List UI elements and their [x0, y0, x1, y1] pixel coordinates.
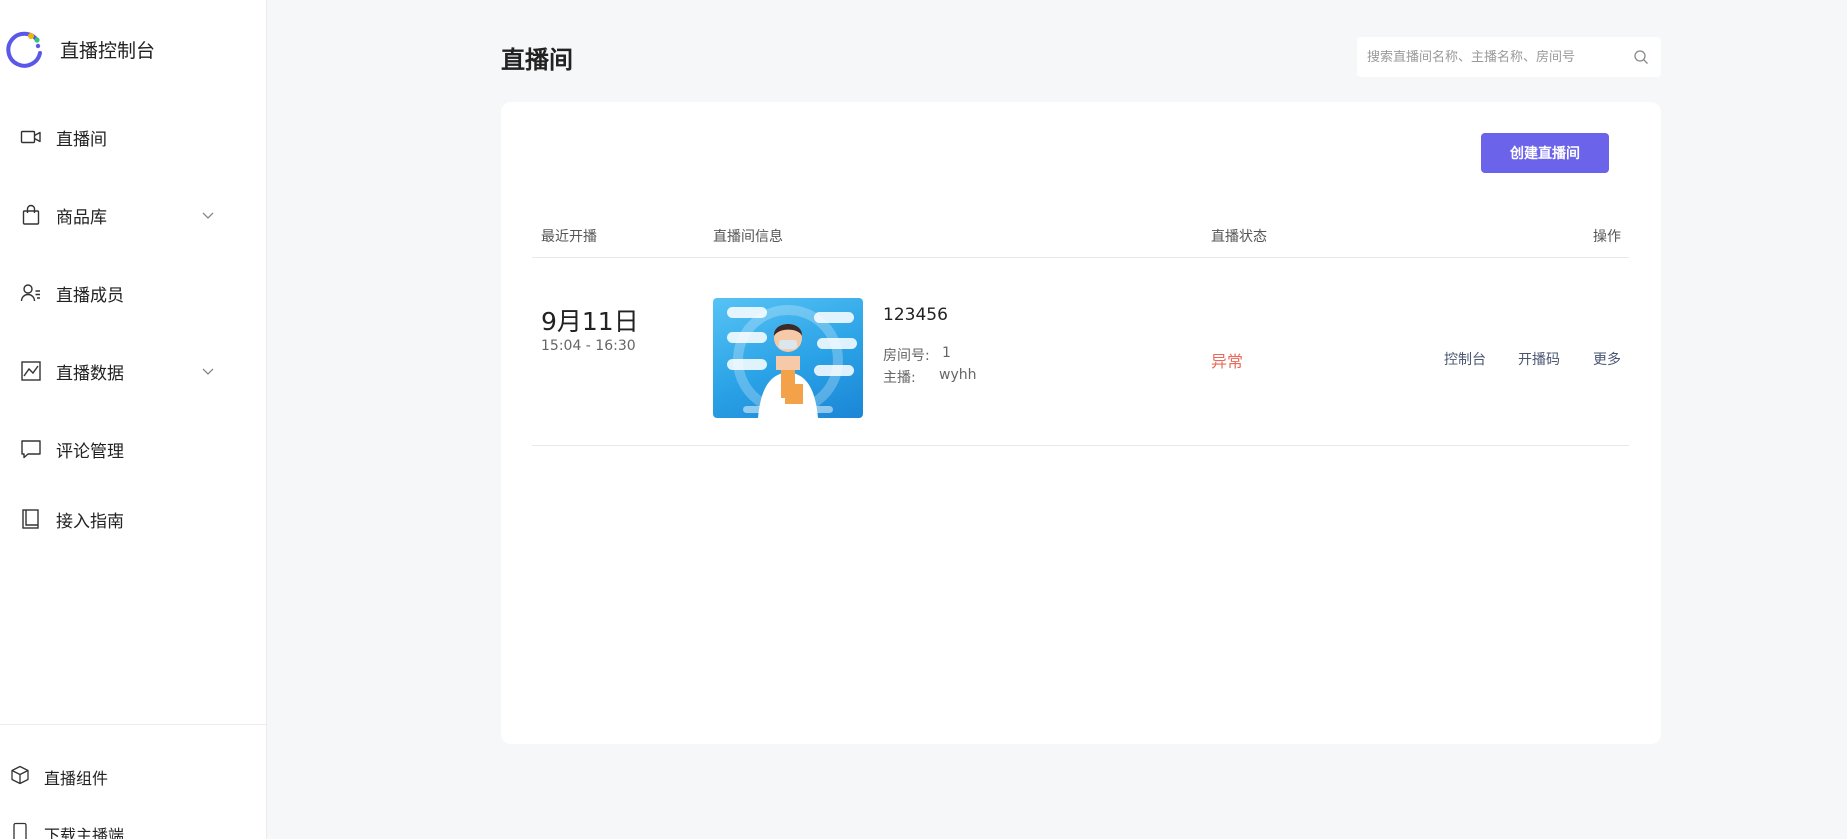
status-badge: 异常 — [1211, 352, 1244, 371]
room-number-value: 1 — [942, 345, 951, 361]
room-number-label: 房间号: — [883, 348, 930, 364]
sidebar-item-integration-guide[interactable]: 接入指南 — [20, 503, 230, 535]
sidebar-item-live-members[interactable]: 直播成员 — [20, 277, 230, 309]
more-link[interactable]: 更多 — [1593, 349, 1621, 369]
row-time-range: 15:04 - 16:30 — [541, 338, 636, 354]
search-input[interactable] — [1367, 49, 1627, 65]
sidebar-item-label: 评论管理 — [56, 441, 124, 462]
stream-code-link[interactable]: 开播码 — [1518, 349, 1560, 369]
sidebar-footer-label: 直播组件 — [44, 769, 109, 788]
page-title: 直播间 — [501, 46, 573, 74]
column-header-recent-live: 最近开播 — [541, 229, 597, 245]
shopping-bag-icon — [20, 204, 42, 226]
phone-icon — [10, 822, 30, 839]
create-live-room-button[interactable]: 创建直播间 — [1481, 133, 1609, 173]
brand-title: 直播控制台 — [60, 39, 156, 62]
search-box — [1357, 37, 1661, 77]
chevron-down-icon[interactable] — [200, 363, 216, 379]
book-icon — [20, 508, 42, 530]
table-row-divider — [532, 445, 1629, 446]
sidebar-item-label: 商品库 — [56, 207, 107, 228]
host-value: wyhh — [939, 367, 977, 383]
sidebar-item-product-library[interactable]: 商品库 — [20, 199, 230, 231]
sidebar-item-label: 直播数据 — [56, 363, 124, 384]
console-link[interactable]: 控制台 — [1444, 349, 1486, 369]
room-name[interactable]: 123456 — [883, 305, 948, 325]
sidebar-footer-item-live-widget[interactable]: 直播组件 — [10, 763, 210, 791]
sidebar-item-live-room[interactable]: 直播间 — [20, 121, 230, 153]
search-icon[interactable] — [1633, 49, 1649, 65]
column-header-room-info: 直播间信息 — [713, 229, 783, 245]
column-header-actions: 操作 — [1593, 229, 1621, 245]
doctor-illustration-icon — [727, 305, 857, 418]
user-list-icon — [20, 282, 42, 304]
row-date: 9月11日 — [541, 307, 639, 336]
sidebar-item-label: 直播成员 — [56, 285, 124, 306]
sidebar-item-label: 接入指南 — [56, 511, 124, 532]
cube-icon — [10, 765, 30, 789]
sidebar-item-comment-management[interactable]: 评论管理 — [20, 433, 230, 465]
sidebar-divider — [0, 724, 267, 725]
brand[interactable]: 直播控制台 — [4, 29, 155, 69]
table-header-divider — [532, 257, 1629, 258]
chart-icon — [20, 360, 42, 382]
chevron-down-icon[interactable] — [200, 207, 216, 223]
comment-icon — [20, 438, 42, 460]
sidebar-item-live-data[interactable]: 直播数据 — [20, 355, 230, 387]
sidebar-item-label: 直播间 — [56, 129, 107, 150]
sidebar: 直播控制台 直播间 商品库 直播成员 直播数据 评论管理 接入指南 直播组件 下… — [0, 0, 267, 839]
live-room-card — [501, 102, 1661, 744]
room-cover-thumbnail[interactable] — [713, 298, 863, 418]
logo-icon — [6, 31, 42, 68]
video-camera-icon — [20, 126, 42, 148]
host-label: 主播: — [883, 370, 916, 386]
sidebar-footer-label: 下载主播端 — [44, 826, 125, 839]
sidebar-footer-item-download-host[interactable]: 下载主播端 — [10, 820, 210, 839]
column-header-live-status: 直播状态 — [1211, 229, 1267, 245]
